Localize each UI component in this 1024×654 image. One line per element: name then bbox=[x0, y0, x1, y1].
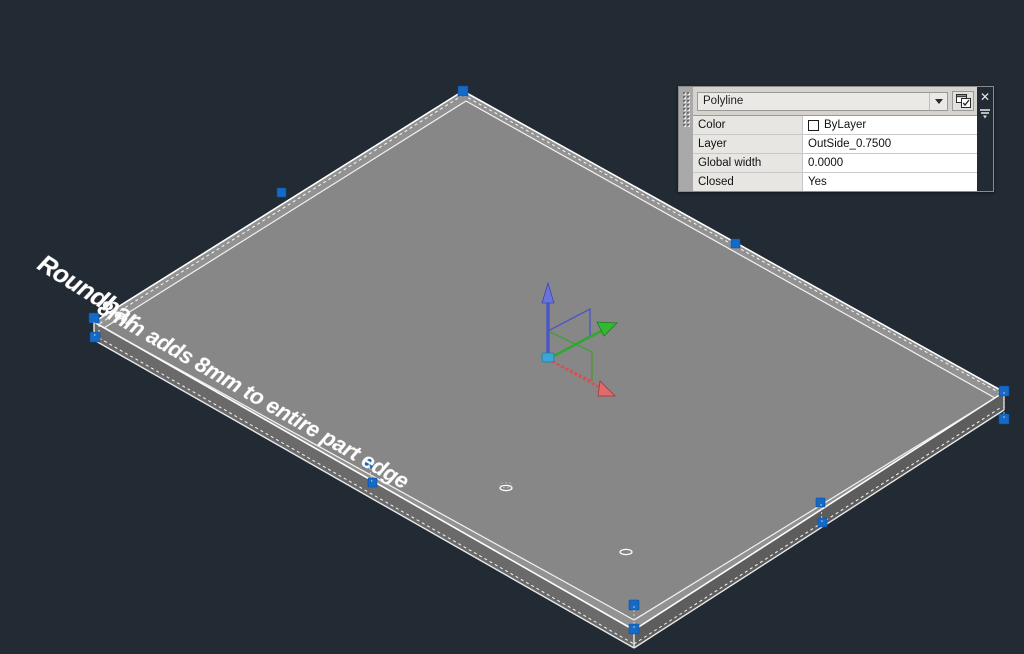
property-value-cell[interactable]: ByLayer bbox=[803, 116, 977, 134]
properties-table: Color ByLayer Layer OutSide_0.7500 Globa… bbox=[693, 115, 977, 191]
chevron-down-icon[interactable] bbox=[929, 93, 947, 110]
property-label: Closed bbox=[693, 173, 803, 191]
color-swatch-icon bbox=[808, 120, 819, 131]
property-label: Color bbox=[693, 116, 803, 134]
table-row[interactable]: Closed Yes bbox=[693, 173, 977, 191]
property-value-text: Yes bbox=[808, 173, 827, 191]
palette-side-buttons: ✕ bbox=[977, 87, 993, 191]
palette-drag-grip[interactable] bbox=[679, 87, 693, 191]
property-value-cell[interactable]: Yes bbox=[803, 173, 977, 191]
table-row[interactable]: Color ByLayer bbox=[693, 116, 977, 135]
properties-panel-body: Polyline Color ByLayer bbox=[693, 87, 977, 191]
auto-hide-icon[interactable] bbox=[978, 107, 992, 119]
properties-header: Polyline bbox=[693, 87, 977, 115]
property-label: Layer bbox=[693, 135, 803, 153]
property-label: Global width bbox=[693, 154, 803, 172]
close-icon[interactable]: ✕ bbox=[978, 90, 992, 103]
property-value-cell[interactable]: 0.0000 bbox=[803, 154, 977, 172]
grip-dots-icon bbox=[682, 91, 690, 127]
property-value-text: ByLayer bbox=[824, 116, 866, 134]
object-type-label: Polyline bbox=[703, 93, 929, 110]
table-row[interactable]: Layer OutSide_0.7500 bbox=[693, 135, 977, 154]
table-row[interactable]: Global width 0.0000 bbox=[693, 154, 977, 173]
object-type-select[interactable]: Polyline bbox=[697, 92, 948, 111]
property-value-cell[interactable]: OutSide_0.7500 bbox=[803, 135, 977, 153]
property-value-text: 0.0000 bbox=[808, 154, 843, 172]
property-value-text: OutSide_0.7500 bbox=[808, 135, 891, 153]
properties-palette[interactable]: Polyline Color ByLayer bbox=[678, 86, 994, 192]
quick-select-icon bbox=[956, 94, 971, 108]
quick-select-button[interactable] bbox=[952, 91, 974, 111]
